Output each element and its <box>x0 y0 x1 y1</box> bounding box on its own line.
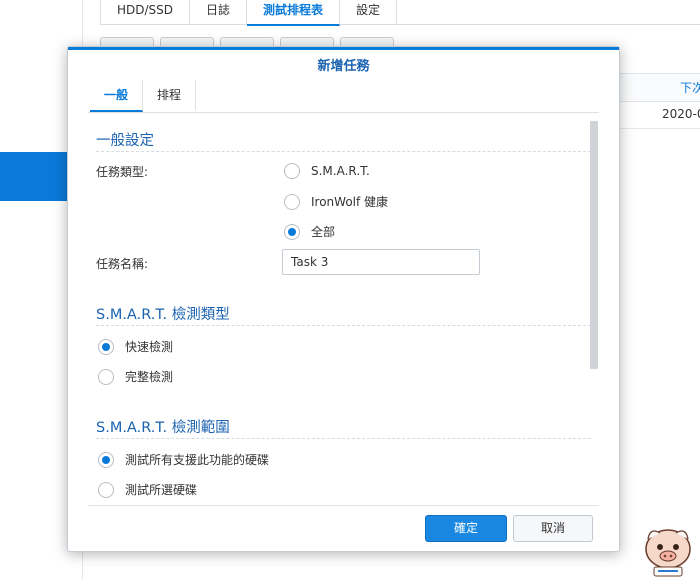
create-task-dialog: 新增任務 一般 排程 一般設定 任務類型: S.M.A.R.T. IronWol… <box>67 46 620 552</box>
section-title-smart-type: S.M.A.R.T. 檢測類型 <box>96 307 230 323</box>
section-divider <box>96 438 591 439</box>
section-divider <box>96 151 591 152</box>
radio-task-type-ironwolf[interactable]: IronWolf 健康 <box>284 193 388 210</box>
radio-task-type-smart[interactable]: S.M.A.R.T. <box>284 163 370 179</box>
task-name-input[interactable] <box>282 249 480 275</box>
dialog-body: 一般設定 任務類型: S.M.A.R.T. IronWolf 健康 全部 任務名… <box>96 121 591 505</box>
task-type-label: 任務類型: <box>96 165 149 179</box>
radio-label: 測試所選硬碟 <box>125 483 198 497</box>
radio-label: 全部 <box>311 225 336 239</box>
radio-button-icon[interactable] <box>98 481 114 498</box>
radio-quick-test[interactable]: 快速檢測 <box>98 338 173 355</box>
radio-task-type-all[interactable]: 全部 <box>284 223 335 240</box>
radio-button-icon[interactable] <box>98 338 114 355</box>
radio-button-icon[interactable] <box>284 163 300 179</box>
tab-schedule[interactable]: 排程 <box>143 80 197 110</box>
background-tab-log[interactable]: 日誌 <box>190 0 248 24</box>
ok-button[interactable]: 確定 <box>425 515 507 542</box>
task-name-label: 任務名稱: <box>96 257 149 271</box>
radio-label: 完整檢測 <box>125 370 174 384</box>
background-tab-bar: HDD/SSD 日誌 測試排程表 設定 <box>100 0 700 26</box>
background-sidebar-selected-item[interactable] <box>0 152 67 201</box>
section-divider <box>96 325 591 326</box>
radio-test-selected-drives[interactable]: 測試所選硬碟 <box>98 481 197 498</box>
radio-extended-test[interactable]: 完整檢測 <box>98 368 173 385</box>
radio-button-icon[interactable] <box>98 451 114 468</box>
dialog-title: 新增任務 <box>317 59 370 74</box>
background-tab-test-schedule[interactable]: 測試排程表 <box>247 0 341 26</box>
radio-button-icon[interactable] <box>284 223 300 240</box>
dialog-tab-bar: 一般 排程 <box>90 80 197 112</box>
section-title-general: 一般設定 <box>96 133 154 149</box>
radio-test-all-drives[interactable]: 測試所有支援此功能的硬碟 <box>98 451 269 468</box>
background-row-divider <box>620 128 700 129</box>
radio-label: 測試所有支援此功能的硬碟 <box>125 453 270 467</box>
section-title-smart-scope: S.M.A.R.T. 檢測範圍 <box>96 420 230 436</box>
radio-label: IronWolf 健康 <box>311 195 389 209</box>
footer-divider <box>88 505 599 506</box>
radio-label: 快速檢測 <box>125 340 174 354</box>
cancel-button[interactable]: 取消 <box>513 515 593 542</box>
background-table-cell: 2020-0 <box>662 107 700 121</box>
radio-button-icon[interactable] <box>284 193 300 210</box>
tab-general[interactable]: 一般 <box>90 80 144 112</box>
background-tab-settings[interactable]: 設定 <box>340 0 398 24</box>
dialog-scrollbar[interactable] <box>590 121 598 369</box>
tab-divider <box>88 112 599 113</box>
radio-label: S.M.A.R.T. <box>311 164 370 178</box>
background-column-header-next[interactable]: 下次 <box>680 79 700 96</box>
mascot-icon <box>645 529 691 577</box>
radio-button-icon[interactable] <box>98 368 114 385</box>
background-tab-hdd-ssd[interactable]: HDD/SSD <box>100 0 191 24</box>
